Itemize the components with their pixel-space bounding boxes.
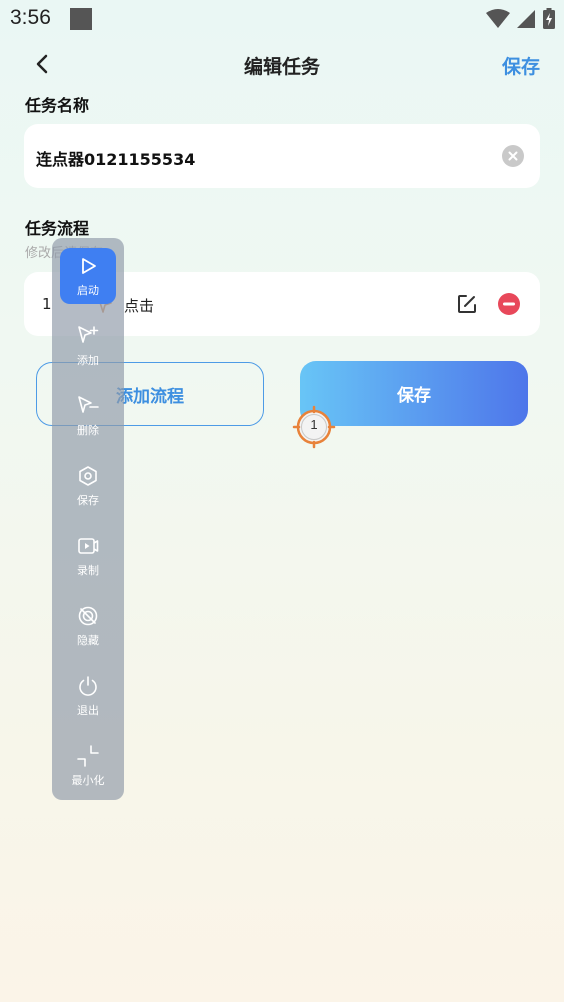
panel-start-button[interactable]: 启动 <box>60 248 116 304</box>
notification-icon <box>70 8 92 30</box>
record-icon <box>76 534 100 558</box>
floating-control-panel[interactable]: 启动 添加 删除 保存 录制 隐藏 退出 最小化 <box>52 238 124 800</box>
hide-icon <box>76 604 100 628</box>
task-flow-label: 任务流程 <box>25 219 90 238</box>
panel-delete-button[interactable]: 删除 <box>60 388 116 444</box>
panel-minimize-button[interactable]: 最小化 <box>60 738 116 794</box>
panel-hide-label: 隐藏 <box>77 634 99 647</box>
clear-button[interactable] <box>502 145 524 167</box>
flow-item-index: 1 <box>42 295 52 313</box>
target-number: 1 <box>310 417 318 432</box>
remove-button[interactable] <box>498 293 520 315</box>
header-save-button[interactable]: 保存 <box>502 52 540 79</box>
panel-record-label: 录制 <box>77 564 99 577</box>
panel-start-label: 启动 <box>77 284 99 297</box>
power-icon <box>76 674 100 698</box>
panel-save-button[interactable]: 保存 <box>60 458 116 514</box>
panel-add-label: 添加 <box>77 354 99 367</box>
battery-icon <box>543 8 555 29</box>
minimize-icon <box>76 744 100 768</box>
panel-exit-label: 退出 <box>77 704 99 717</box>
status-bar: 3:56 <box>0 0 564 38</box>
status-icons <box>486 8 556 30</box>
edit-button[interactable] <box>456 293 478 315</box>
panel-hide-button[interactable]: 隐藏 <box>60 598 116 654</box>
panel-delete-label: 删除 <box>77 424 99 437</box>
signal-icon <box>517 10 535 28</box>
close-icon <box>508 151 518 161</box>
play-icon <box>76 254 100 278</box>
panel-record-button[interactable]: 录制 <box>60 528 116 584</box>
panel-minimize-label: 最小化 <box>71 774 105 787</box>
status-time: 3:56 <box>10 6 51 29</box>
task-name-card: 连点器0121155534 <box>24 124 540 188</box>
cursor-plus-icon <box>76 324 100 348</box>
cursor-minus-icon <box>76 394 100 418</box>
edit-icon <box>458 295 476 313</box>
flow-item-action: 点击 <box>124 297 155 315</box>
panel-exit-button[interactable]: 退出 <box>60 668 116 724</box>
page-title: 编辑任务 <box>243 56 320 78</box>
task-name-input[interactable]: 连点器0121155534 <box>36 146 195 170</box>
task-name-label: 任务名称 <box>25 96 90 115</box>
wifi-icon <box>486 9 510 28</box>
click-target-marker[interactable]: 1 <box>292 405 336 449</box>
hexagon-save-icon <box>76 464 100 488</box>
panel-add-button[interactable]: 添加 <box>60 318 116 374</box>
panel-save-label: 保存 <box>77 494 99 507</box>
minus-icon <box>503 302 515 306</box>
